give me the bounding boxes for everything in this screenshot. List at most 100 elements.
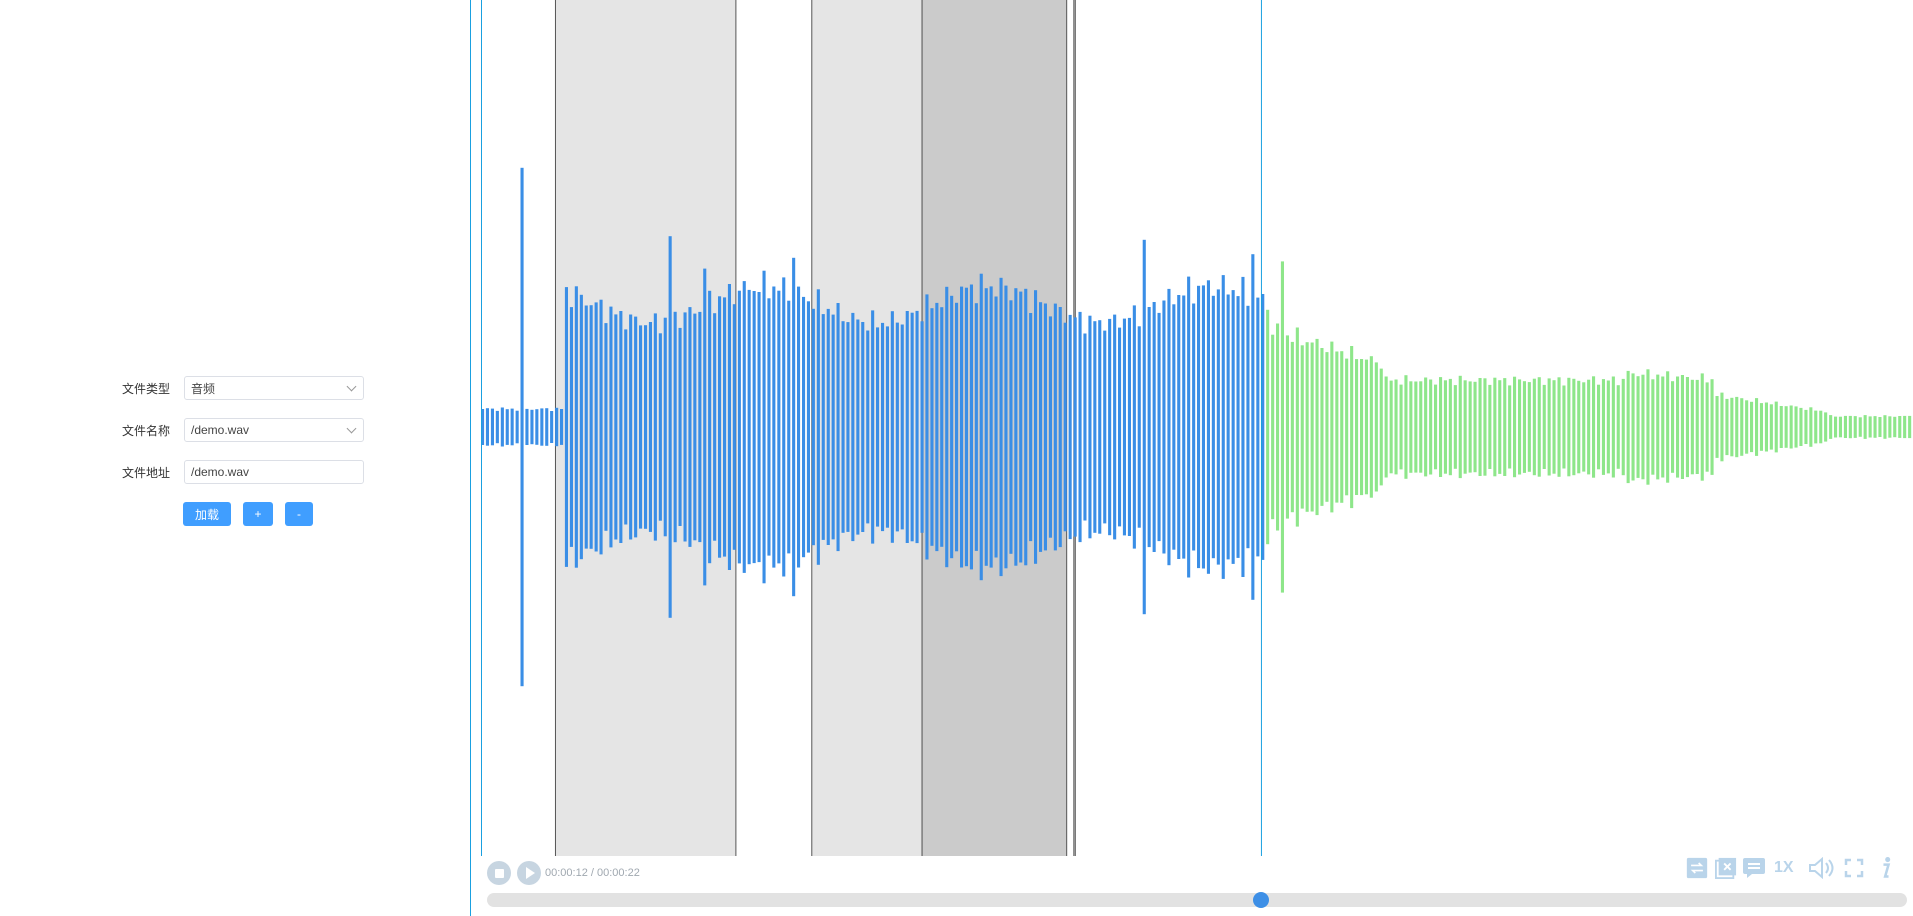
waveform-bar [881, 322, 885, 532]
progress-track[interactable] [487, 892, 1907, 908]
info-icon[interactable] [1878, 857, 1894, 879]
waveform-bar [683, 312, 687, 542]
waveform-bar [1221, 275, 1225, 579]
waveform-bar [767, 298, 771, 556]
waveform-bar [1838, 416, 1842, 438]
waveform-bar [1152, 302, 1156, 552]
waveform-bar [1231, 290, 1235, 564]
stop-button[interactable] [487, 861, 511, 885]
waveform-bar [1690, 379, 1694, 475]
waveform-bar [890, 311, 894, 543]
waveform-bar [500, 407, 504, 447]
file-name-label: 文件名称 [122, 423, 171, 438]
waveform-bar [1789, 405, 1793, 449]
waveform-bar [1700, 373, 1704, 481]
waveform-bar [1073, 317, 1077, 537]
waveform-bar [1039, 302, 1043, 552]
waveform-bar [1750, 401, 1754, 453]
waveform-bar [1251, 254, 1255, 600]
swap-icon[interactable] [1742, 857, 1766, 879]
waveform-bar [1053, 303, 1057, 551]
clear-regions-icon[interactable] [1714, 857, 1738, 879]
volume-icon[interactable] [1808, 857, 1836, 879]
file-type-row: 文件类型 音频 [122, 376, 364, 400]
waveform-bar [1024, 288, 1028, 566]
waveform-left-edge-line [481, 0, 482, 856]
waveform-bar [1300, 345, 1304, 509]
file-url-value: /demo.wav [191, 465, 250, 479]
waveform-bar [1764, 402, 1768, 452]
waveform-bar [1162, 300, 1166, 554]
waveform-bar [1631, 373, 1635, 481]
waveform-bar [1779, 406, 1783, 448]
fullscreen-icon[interactable] [1844, 857, 1864, 879]
waveform-bar [1710, 379, 1714, 475]
waveform-bar [866, 330, 870, 524]
waveform-bar [550, 411, 554, 443]
waveform-bar [1878, 417, 1882, 437]
waveform-bar [1364, 359, 1368, 495]
waveform-bar [1577, 380, 1581, 474]
waveform-bar [1122, 318, 1126, 536]
waveform-bar [1671, 381, 1675, 473]
waveform-bar [1429, 379, 1433, 475]
file-name-select[interactable]: /demo.wav [184, 418, 364, 442]
waveform-bar [1315, 338, 1319, 516]
waveform-bar [1206, 280, 1210, 574]
play-button[interactable] [517, 861, 541, 885]
waveform[interactable] [470, 0, 1913, 916]
waveform-bar [1606, 380, 1610, 474]
waveform-bar [1651, 379, 1655, 475]
waveform-bar [772, 286, 776, 568]
waveform-bar [1685, 377, 1689, 478]
waveform-bar [560, 409, 564, 445]
waveform-bar [1814, 410, 1818, 444]
waveform-bar [1127, 317, 1131, 536]
waveform-bar [762, 270, 766, 584]
waveform-bar [639, 325, 643, 529]
minus-button[interactable]: - [285, 502, 313, 526]
waveform-bar [1735, 396, 1739, 458]
waveform-bar [1019, 291, 1023, 563]
waveform-bar [1532, 378, 1536, 476]
waveform-bar [727, 284, 731, 570]
waveform-bar [520, 167, 524, 687]
waveform-bar [555, 407, 559, 447]
load-button[interactable]: 加载 [183, 502, 231, 526]
waveform-bar [540, 408, 544, 446]
waveform-bar [1241, 276, 1245, 577]
waveform-bar [545, 408, 549, 446]
loop-region-icon[interactable] [1684, 857, 1710, 879]
waveform-bar [609, 306, 613, 548]
waveform-bar [1132, 305, 1136, 549]
waveform-bar [831, 314, 835, 540]
file-type-select[interactable]: 音频 [184, 376, 364, 400]
waveform-bar [589, 305, 593, 549]
waveform-bar [979, 273, 983, 581]
speed-button[interactable]: 1X [1774, 859, 1794, 877]
waveform-bar [1187, 276, 1191, 578]
waveform-bar [915, 310, 919, 544]
waveform-bar [806, 301, 810, 553]
waveform-bar [851, 312, 855, 542]
progress-knob[interactable] [1252, 892, 1269, 908]
waveform-bar [505, 409, 509, 445]
waveform-bar [1325, 352, 1329, 502]
waveform-bar [737, 290, 741, 564]
waveform-bar [604, 323, 608, 531]
waveform-bar [525, 408, 529, 445]
waveform-bar [821, 314, 825, 540]
plus-button[interactable]: + [243, 502, 273, 526]
waveform-bar [930, 308, 934, 546]
waveform-bar [619, 311, 623, 543]
waveform-bar [1098, 320, 1102, 534]
waveform-bar [1843, 415, 1847, 438]
waveform-bar [693, 313, 697, 541]
waveform-bar [1285, 335, 1289, 519]
waveform-bar [1858, 417, 1862, 437]
waveform-bar [935, 302, 939, 552]
waveform-bar [1157, 312, 1161, 542]
form-panel: 文件类型 音频 文件名称 /demo.wav 文件地址 /demo.wav 加载… [0, 0, 470, 916]
file-url-input[interactable]: /demo.wav [184, 460, 364, 484]
waveform-bar [648, 322, 652, 532]
